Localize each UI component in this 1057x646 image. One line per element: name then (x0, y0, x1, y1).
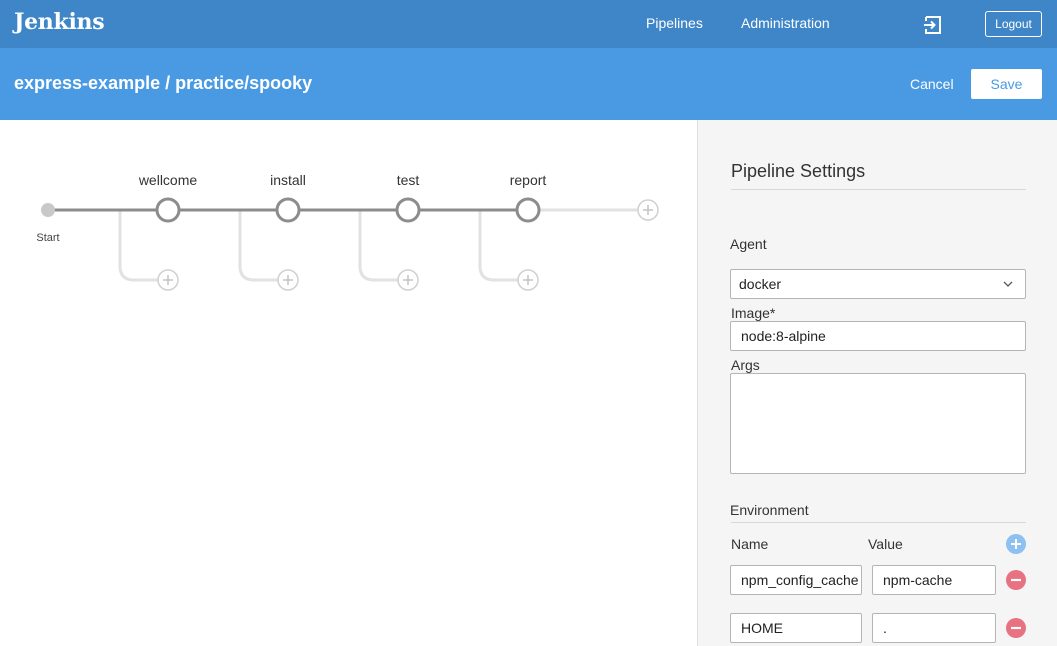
stage-node[interactable] (155, 197, 181, 223)
stage-label[interactable]: report (510, 172, 547, 188)
env-name-input[interactable]: HOME (730, 613, 862, 643)
env-value-input[interactable]: npm-cache (872, 565, 996, 595)
agent-select[interactable]: docker (730, 269, 1026, 299)
stage-node[interactable] (395, 197, 421, 223)
chevron-down-icon (1003, 281, 1013, 287)
branch-connector (118, 210, 158, 282)
args-textarea[interactable] (730, 373, 1026, 474)
branch-connector (478, 210, 518, 282)
pipeline-canvas: Start wellcome install test report (0, 120, 697, 646)
pipeline-graph: Start wellcome install test report (36, 172, 659, 291)
image-input[interactable]: node:8-alpine (730, 321, 1026, 351)
remove-env-button[interactable] (1006, 570, 1026, 590)
env-name-header: Name (731, 536, 769, 552)
add-env-button[interactable] (1006, 534, 1026, 554)
exit-icon[interactable] (922, 14, 944, 36)
image-label: Image* (731, 305, 776, 321)
branch-connector (238, 210, 278, 282)
agent-label: Agent (730, 236, 767, 252)
args-label: Args (731, 357, 760, 373)
minus-icon (1006, 570, 1026, 590)
environment-label: Environment (730, 502, 809, 518)
minus-icon (1006, 618, 1026, 638)
plus-icon (1006, 534, 1026, 554)
cancel-button[interactable]: Cancel (910, 76, 954, 92)
env-name-input[interactable]: npm_config_cache (730, 565, 862, 595)
nav-administration-link[interactable]: Administration (741, 15, 830, 31)
stage-label[interactable]: install (270, 172, 306, 188)
logout-button[interactable]: Logout (985, 11, 1042, 37)
start-node (41, 203, 55, 217)
pipeline-settings-panel: Pipeline Settings Agent docker Image* no… (697, 120, 1057, 646)
editor-header: express-example / practice/spooky Cancel… (0, 48, 1057, 120)
env-value-header: Value (868, 536, 903, 552)
agent-select-value: docker (739, 276, 782, 292)
nav-pipelines-link[interactable]: Pipelines (646, 15, 703, 31)
stage-label[interactable]: wellcome (138, 172, 198, 188)
panel-title: Pipeline Settings (731, 161, 866, 181)
save-button[interactable]: Save (971, 69, 1042, 99)
jenkins-logo[interactable]: Jenkins (14, 9, 105, 35)
branch-connector (358, 210, 398, 282)
start-label: Start (36, 232, 59, 244)
remove-env-button[interactable] (1006, 618, 1026, 638)
stage-node[interactable] (515, 197, 541, 223)
divider (731, 189, 1026, 190)
top-nav-bar: Jenkins Pipelines Administration Logout (0, 0, 1057, 48)
page-title: express-example / practice/spooky (14, 73, 313, 93)
env-value-input[interactable]: . (872, 613, 996, 643)
divider (731, 522, 1026, 523)
stage-label[interactable]: test (397, 172, 420, 188)
stage-node[interactable] (275, 197, 301, 223)
